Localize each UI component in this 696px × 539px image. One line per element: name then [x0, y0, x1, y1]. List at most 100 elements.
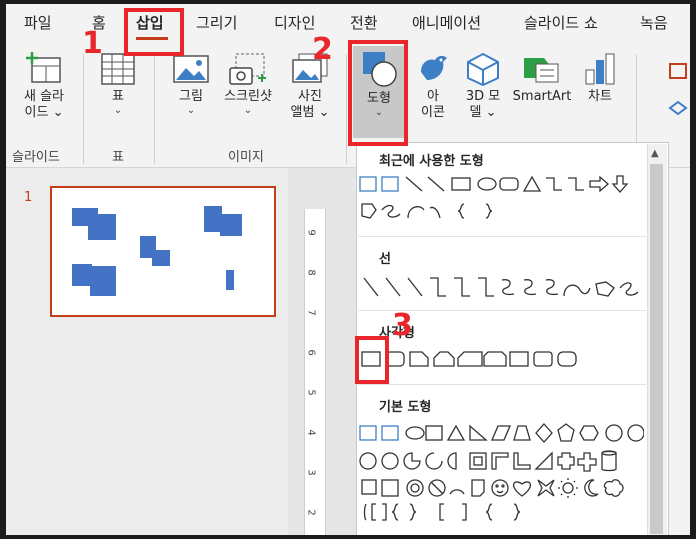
screenshot-button[interactable]: 스크린샷 ⌄ — [218, 52, 278, 117]
tab-draw[interactable]: 그리기 — [196, 12, 237, 33]
ruler-label: 9 — [305, 229, 317, 236]
thumb-shape — [72, 264, 92, 286]
recent-shapes-row — [359, 175, 629, 219]
shape-scribble-icon[interactable] — [381, 204, 401, 218]
shape-snip-rect-icon[interactable] — [409, 351, 429, 367]
ruler-label: 6 — [305, 349, 317, 356]
shape-right-brace-icon[interactable] — [485, 203, 493, 219]
new-slide-label-1: 새 슬라 — [23, 89, 64, 104]
shape-rounded-rect-icon[interactable] — [499, 177, 519, 191]
ribbon-tabs: 파일 홈 삽입 그리기 디자인 전환 애니메이션 슬라이드 쇼 녹음 — [6, 4, 690, 42]
shape-down-arrow-icon[interactable] — [611, 175, 629, 193]
scroll-thumb[interactable] — [650, 164, 663, 534]
picture-icon — [173, 55, 209, 83]
ruler-label: 7 — [305, 309, 317, 316]
chevron-down-icon: ⌄ — [186, 105, 196, 116]
photo-album-label-1: 사진 — [298, 89, 322, 104]
rectangles-row — [361, 351, 577, 367]
chart-button[interactable]: 차트 — [580, 52, 620, 105]
shape-snip-round-icon[interactable] — [483, 351, 507, 367]
scroll-up-icon[interactable]: ▲ — [651, 148, 659, 159]
ribbon-separator — [83, 54, 84, 164]
shape-oval-icon[interactable] — [477, 177, 497, 191]
shape-curve-icon[interactable] — [429, 206, 441, 219]
lines-row — [363, 277, 639, 297]
shape-textbox-icon[interactable] — [359, 176, 377, 192]
cube-icon — [467, 52, 499, 86]
tab-design[interactable]: 디자인 — [274, 12, 315, 33]
shape-snip-diag-icon[interactable] — [457, 351, 483, 367]
3d-models-label-2: 델 ⌄ — [469, 105, 497, 120]
section-divider — [358, 236, 646, 237]
table-label: 표 — [112, 89, 124, 104]
shape-vertical-textbox-icon[interactable] — [381, 176, 399, 192]
shape-arc-icon[interactable] — [407, 206, 425, 219]
group-label-images: 이미지 — [228, 150, 264, 165]
vertical-ruler: 9 8 7 6 5 4 3 2 — [304, 209, 326, 535]
ruler-label: 5 — [305, 389, 317, 396]
smartart-icon — [524, 58, 559, 83]
group-label-slides: 슬라이드 — [12, 150, 60, 165]
ruler-label: 2 — [305, 509, 317, 516]
shape-round-diag-icon[interactable] — [557, 351, 577, 367]
new-slide-button[interactable]: 새 슬라 이드 ⌄ — [12, 52, 76, 121]
highlight-box-shapes — [348, 40, 408, 146]
chevron-down-icon: ⌄ — [113, 105, 123, 116]
bird-icon — [421, 55, 447, 80]
screenshot-icon — [229, 53, 266, 85]
shape-triangle-icon[interactable] — [522, 175, 542, 192]
section-recent-shapes: 최근에 사용한 도형 — [379, 154, 484, 169]
shape-left-brace-icon[interactable] — [457, 203, 465, 219]
section-basic-shapes: 기본 도형 — [379, 400, 432, 415]
shape-freeform-icon[interactable] — [361, 203, 377, 219]
shape-elbow-arrow-icon[interactable] — [568, 177, 584, 191]
screenshot-label: 스크린샷 — [224, 89, 272, 104]
section-divider — [358, 384, 646, 385]
shape-round-two-icon[interactable] — [533, 351, 553, 367]
shape-line-icon[interactable] — [405, 176, 423, 192]
3d-models-button[interactable]: 3D 모 델 ⌄ — [458, 52, 508, 121]
shape-round-one-icon[interactable] — [509, 351, 529, 367]
tab-file[interactable]: 파일 — [24, 12, 52, 33]
chevron-down-icon: ⌄ — [243, 105, 253, 116]
callout-number: 1 — [82, 26, 103, 61]
tab-transitions[interactable]: 전환 — [350, 12, 378, 33]
chart-label: 차트 — [588, 89, 612, 104]
ribbon-overflow — [666, 42, 690, 167]
tab-animations[interactable]: 애니메이션 — [412, 12, 481, 33]
slide-thumbnail[interactable] — [50, 186, 276, 317]
ribbon-separator — [154, 54, 155, 164]
table-button[interactable]: 표 ⌄ — [96, 52, 140, 117]
ribbon-separator — [346, 54, 347, 164]
callout-number: 2 — [312, 32, 333, 67]
tab-slideshow[interactable]: 슬라이드 쇼 — [524, 12, 598, 33]
shape-rectangle-icon[interactable] — [451, 177, 471, 191]
bar-chart-icon — [585, 53, 615, 85]
tab-record[interactable]: 녹음 — [640, 12, 668, 33]
smartart-label: SmartArt — [512, 89, 572, 104]
thumb-shape — [90, 266, 116, 296]
highlight-box-rectangle — [355, 336, 389, 384]
ruler-label: 8 — [305, 269, 317, 276]
icons-button[interactable]: 아 이콘 — [412, 52, 454, 121]
shape-arrow-icon[interactable] — [427, 176, 445, 192]
smartart-button[interactable]: SmartArt — [510, 52, 574, 105]
new-slide-icon — [26, 52, 61, 83]
shape-right-arrow-icon[interactable] — [589, 175, 609, 193]
highlight-box-insert-tab — [124, 8, 184, 56]
thumb-shape — [88, 214, 116, 240]
link-icon — [668, 63, 688, 116]
group-label-tables: 표 — [112, 150, 124, 165]
thumb-shape — [226, 270, 234, 290]
3d-models-label-1: 3D 모 — [465, 89, 501, 104]
shape-elbow-icon[interactable] — [546, 177, 562, 191]
ruler-label: 4 — [305, 429, 317, 436]
photo-album-label-2: 앨범 ⌄ — [290, 105, 330, 120]
new-slide-label-2: 이드 ⌄ — [24, 105, 64, 120]
section-lines: 선 — [379, 252, 391, 267]
picture-label: 그림 — [179, 89, 203, 104]
picture-button[interactable]: 그림 ⌄ — [166, 52, 216, 117]
shape-snip-two-icon[interactable] — [433, 351, 455, 367]
thumb-shape — [152, 250, 170, 266]
slide-number: 1 — [24, 190, 33, 205]
